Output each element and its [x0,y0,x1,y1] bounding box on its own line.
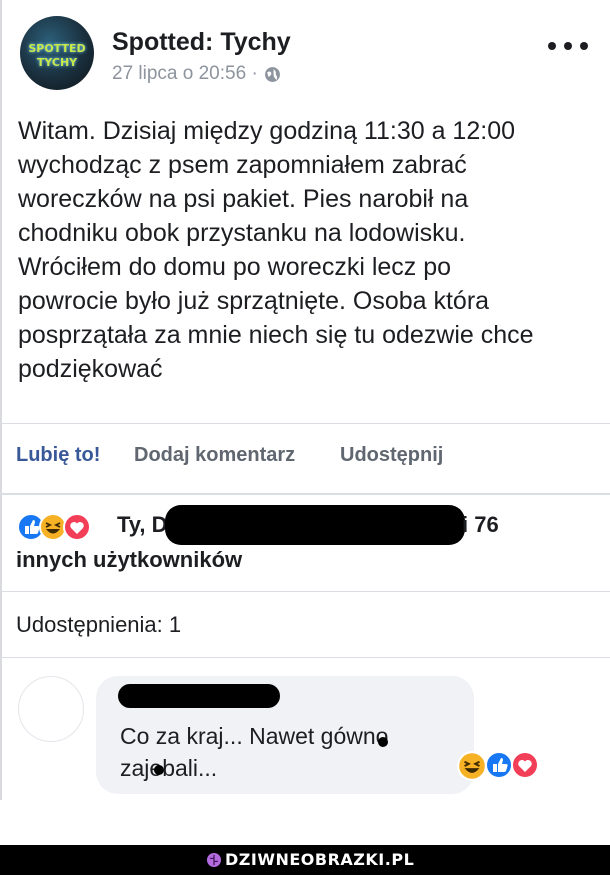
more-options-icon[interactable] [548,34,588,58]
reaction-summary-icons[interactable] [16,512,108,541]
censor-mark [154,765,164,775]
divider [0,591,610,592]
divider [0,423,610,424]
watermark-label: DZIWNEOBRAZKI.PL [225,850,415,869]
comment-reaction-icons[interactable] [456,750,550,781]
post-text: Witam. Dzisiaj między godziną 11:30 a 12… [18,114,593,386]
watermark-footer: DZIWNEOBRAZKI.PL [0,845,610,875]
card-border [0,0,2,800]
comment-button[interactable]: Dodaj komentarz [134,444,295,467]
brain-logo-icon [207,853,221,867]
love-reaction-icon [511,751,539,779]
love-reaction-icon [63,513,91,541]
shares-count[interactable]: Udostępnienia: 1 [16,612,181,638]
reactors-suffix: i 76 [462,512,499,537]
redaction-mark [165,505,465,545]
globe-icon [264,66,280,82]
post-text-line: Witam. Dzisiaj między godziną 11:30 a 12… [18,117,515,145]
commenter-name-redaction [118,684,280,708]
avatar-text-line1: SPOTTED [28,42,86,55]
like-button[interactable]: Lubię to! [16,444,100,467]
divider [0,657,610,658]
post-timestamp[interactable]: 27 lipca o 20:56 · [112,63,258,85]
post-text-line: woreczków na psi pakiet. Pies narobił na [18,185,469,213]
censor-mark [378,737,388,747]
page-avatar[interactable]: SPOTTED TYCHY [20,16,94,90]
avatar-text-line2: TYCHY [36,56,78,69]
post-text-line: chodniku obok przystanku na lodowisku. [18,219,466,247]
reactors-others[interactable]: innych użytkowników [16,547,242,573]
page-name-link[interactable]: Spotted: Tychy [112,28,291,57]
reactors-line[interactable]: Ty, D [117,512,168,538]
post-card: SPOTTED TYCHY Spotted: Tychy 27 lipca o … [0,0,610,800]
post-text-line: podziękować [18,355,163,383]
reactors-prefix: Ty, D [117,512,168,537]
divider [0,493,610,495]
reactors-suffix-wrap: i 76 [462,512,499,538]
post-actions: Lubię to! Dodaj komentarz Udostępnij [16,444,443,467]
post-text-line: Wróciłem do domu po woreczki lecz po [18,253,452,281]
comment-text-line: Co za kraj... Nawet gówno [120,723,389,749]
post-text-line: posprzątała za mnie niech się tu odezwie… [18,321,534,349]
share-button[interactable]: Udostępnij [340,444,443,467]
post-text-line: wychodząc z psem zapomniałem zabrać [18,151,467,179]
commenter-avatar[interactable] [18,676,84,742]
post-text-line: powrocie było już sprzątnięte. Osoba któ… [18,287,490,315]
post-meta: 27 lipca o 20:56 · [112,63,281,85]
